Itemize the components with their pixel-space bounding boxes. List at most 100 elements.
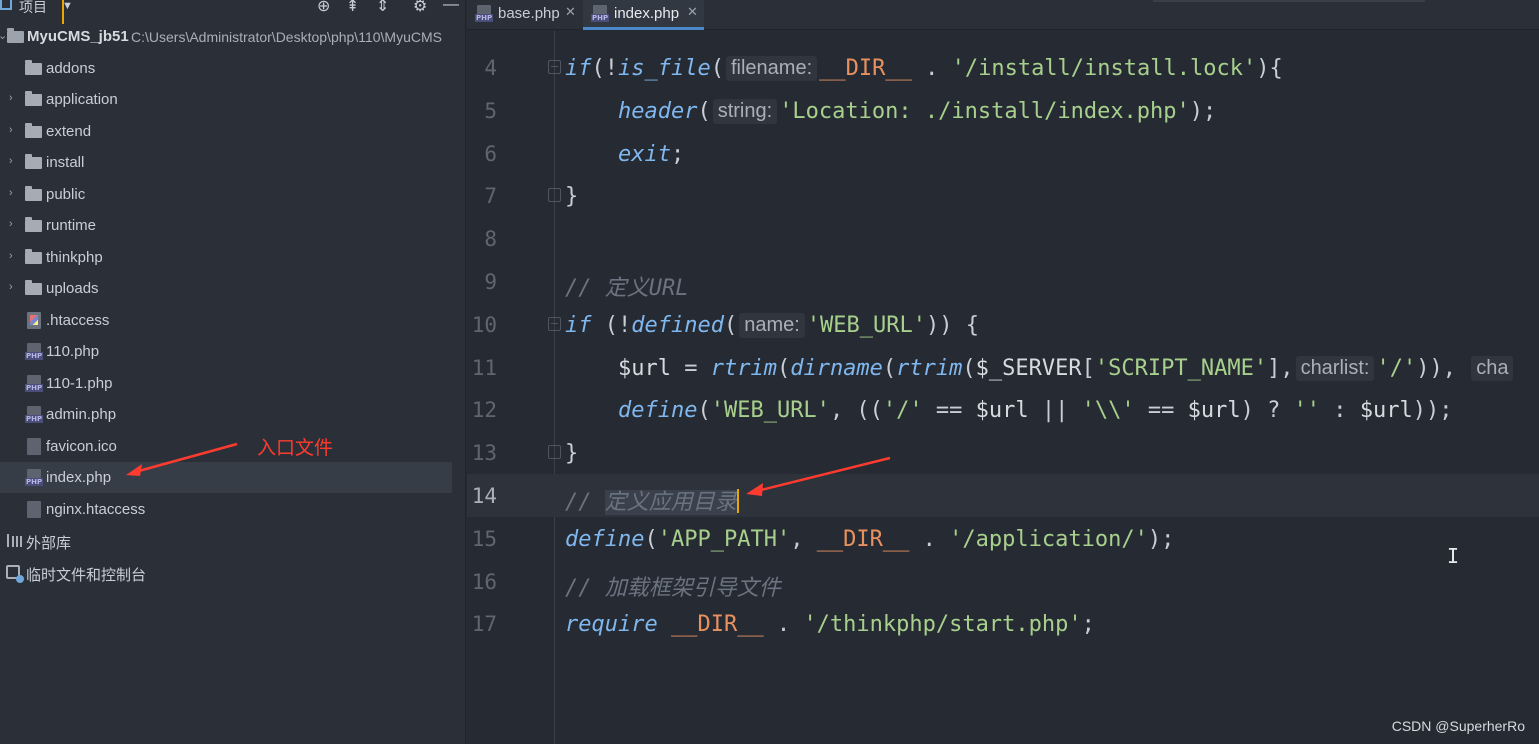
tree-item-addons[interactable]: addons (0, 53, 466, 84)
tree-item-thinkphp[interactable]: › thinkphp (0, 242, 466, 273)
code-line[interactable]: 8 (467, 217, 1539, 260)
tree-root-path: C:\Users\Administrator\Desktop\php\110\M… (131, 29, 442, 45)
code-token: define (565, 526, 645, 552)
code-line[interactable]: 12 define('WEB_URL', (('/' == $url || '\… (467, 388, 1539, 431)
chevron-right-icon[interactable]: › (9, 187, 13, 199)
code-line[interactable]: 5 header(string: 'Location: ./install/ind… (467, 89, 1539, 132)
collapse-all-icon[interactable]: ⇞ (346, 0, 359, 16)
crosshair-icon[interactable]: ⊕ (317, 0, 330, 16)
tree-item-extend[interactable]: › extend (0, 116, 466, 147)
code-token: defined (631, 312, 724, 338)
tab-base-php[interactable]: base.php ✕ (467, 0, 582, 30)
line-number: 13 (471, 441, 497, 466)
code-token: ( (644, 526, 658, 552)
code-token: , (1442, 355, 1470, 381)
code-token: ){ (1256, 56, 1283, 81)
tree-item-public[interactable]: › public (0, 179, 466, 210)
chevron-right-icon[interactable]: › (9, 92, 13, 104)
code-token: ( (776, 355, 791, 381)
folder-icon (25, 59, 42, 75)
tree-item-110-php[interactable]: 110.php (0, 336, 466, 367)
project-panel: 项目 ▼ ⊕ ⇞ ⇕ ⚙ — ⌄ MyuCMS_jb51 C:\Users\Admi… (0, 0, 466, 744)
tree-item-label: uploads (46, 280, 99, 297)
tab-index-php[interactable]: index.php ✕ (583, 0, 704, 30)
code-token: . (763, 612, 804, 638)
code-token: '/' (882, 398, 923, 424)
code-token: . (909, 526, 950, 552)
text-cursor-icon: I (1447, 544, 1460, 568)
close-icon[interactable]: ✕ (565, 4, 576, 20)
code-line[interactable]: 7} (467, 174, 1539, 217)
tree-item-label: extend (46, 122, 92, 140)
chevron-right-icon[interactable]: › (9, 281, 13, 293)
minimize-icon[interactable]: — (443, 0, 459, 14)
code-token: is_file (618, 56, 711, 81)
code-line[interactable]: 10 if (!defined(name: 'WEB_URL')) { (467, 303, 1539, 346)
line-number: 9 (484, 270, 497, 294)
code-line[interactable]: 15 define('APP_PATH', __DIR__ . '/applica… (467, 517, 1539, 560)
code-token: 定义应用目录 (604, 490, 737, 515)
tree-item-htaccess[interactable]: .htaccess (0, 305, 466, 336)
tree-item-application[interactable]: › application (0, 84, 466, 115)
code-line[interactable]: 13} (467, 431, 1539, 474)
gear-icon[interactable]: ⚙ (413, 0, 427, 16)
tree-item-favicon-ico[interactable]: favicon.ico (0, 431, 466, 462)
code-token: ); (1147, 526, 1175, 552)
chevron-right-icon[interactable]: › (9, 124, 13, 136)
fold-marker-icon[interactable] (548, 445, 561, 460)
tree-root[interactable]: ⌄ MyuCMS_jb51 C:\Users\Administrator\Deskt… (0, 21, 466, 52)
code-text: // 定义应用目录 (565, 484, 739, 516)
line-number: 5 (484, 98, 497, 123)
chevron-right-icon[interactable]: › (9, 218, 13, 230)
tree-item-uploads[interactable]: › uploads (0, 273, 466, 304)
php-file-icon (25, 343, 44, 360)
tree-scratches-consoles[interactable]: 临时文件和控制台 (0, 557, 466, 588)
code-token: = (670, 355, 711, 381)
tree-item-label: 110.php (46, 343, 100, 360)
tree-external-libraries[interactable]: 外部库 (0, 525, 466, 556)
code-line[interactable]: 17 require __DIR__ . '/thinkphp/start.php… (467, 602, 1539, 645)
chevron-right-icon[interactable]: › (9, 250, 13, 262)
tree-item-install[interactable]: › install (0, 147, 466, 178)
line-number: 12 (471, 398, 497, 423)
code-line[interactable]: 11 $url = rtrim(dirname(rtrim($_SERVER['… (467, 346, 1539, 389)
code-token: ; (1081, 612, 1095, 638)
code-text: if (!defined(name: 'WEB_URL')) { (565, 312, 979, 338)
file-icon (27, 500, 41, 518)
code-text: // 加载框架引导文件 (565, 570, 781, 602)
tree-item-admin-php[interactable]: admin.php (0, 399, 466, 430)
fold-marker-icon[interactable] (548, 316, 561, 331)
code-token: $url (1359, 398, 1413, 424)
fold-marker-icon[interactable] (548, 188, 561, 203)
tree-item-label: thinkphp (46, 248, 103, 266)
code-token: )); (1412, 398, 1453, 424)
code-token: 'WEB_URL' (806, 312, 927, 338)
tree-item-runtime[interactable]: › runtime (0, 210, 466, 241)
top-strip (1153, 0, 1425, 2)
code-line[interactable]: 16 // 加载框架引导文件 (467, 560, 1539, 603)
code-token: // 定义URL (565, 276, 689, 301)
code-token: __DIR__ (670, 612, 764, 638)
chevron-right-icon[interactable]: › (9, 155, 13, 167)
tree-item-110-1-php[interactable]: 110-1.php (0, 368, 466, 399)
code-token: '\\' (1081, 398, 1135, 424)
close-icon[interactable]: ✕ (687, 4, 698, 20)
project-panel-title[interactable]: 项目 (19, 0, 47, 17)
code-line[interactable]: 6 exit; (467, 132, 1539, 175)
annotation-entry-file: 入口文件 (257, 437, 334, 459)
code-line[interactable]: 4 if(!is_file(filename: __DIR__ . '/instal… (467, 46, 1539, 89)
code-token: ); (1189, 98, 1217, 124)
code-text: header(string: 'Location: ./install/index… (565, 98, 1217, 124)
expand-all-icon[interactable]: ⇕ (376, 0, 389, 16)
tree-item-nginx-htaccess[interactable]: nginx.htaccess (0, 494, 466, 525)
php-file-icon (25, 406, 44, 423)
htaccess-file-icon (27, 311, 41, 329)
code-line[interactable]: 9 // 定义URL (467, 260, 1539, 303)
code-token: 'APP_PATH' (657, 526, 791, 552)
fold-marker-icon[interactable] (548, 60, 561, 74)
tree-item-label: application (46, 91, 118, 108)
code-line[interactable]: 14 // 定义应用目录 (467, 474, 1539, 517)
tree-item-index-php[interactable]: index.php (0, 462, 452, 493)
code-editor[interactable]: 4 if(!is_file(filename: __DIR__ . '/instal… (467, 31, 1539, 744)
folder-icon (25, 280, 42, 295)
